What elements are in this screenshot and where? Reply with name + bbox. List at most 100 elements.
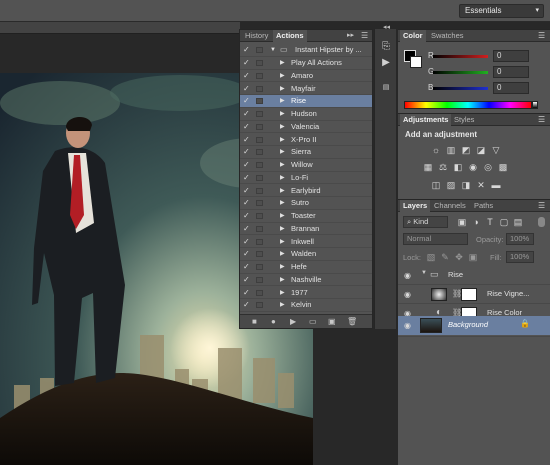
action-item[interactable]: ✓ ▶ Nashville — [240, 274, 372, 287]
slider-b[interactable] — [433, 87, 488, 90]
curves-icon[interactable]: ◩ — [460, 145, 472, 156]
action-item[interactable]: ✓ ▶ Kelvin — [240, 299, 372, 312]
panel-menu-icon[interactable]: ☰ — [538, 115, 545, 124]
eye-icon[interactable]: ◉ — [404, 271, 411, 280]
check-icon[interactable]: ✓ — [243, 223, 251, 235]
check-icon[interactable]: ✓ — [243, 274, 251, 286]
action-item[interactable]: ✓ ▶ Willow — [240, 159, 372, 172]
color-spectrum[interactable] — [404, 101, 532, 109]
expand-right-icon[interactable]: ▶ — [280, 146, 285, 158]
gradient-map-icon[interactable]: ▬ — [490, 180, 502, 190]
check-icon[interactable]: ✓ — [243, 261, 251, 273]
tab-color[interactable]: Color — [400, 30, 426, 42]
check-icon[interactable]: ✓ — [243, 44, 251, 56]
trash-icon[interactable]: 🗑 — [347, 317, 357, 326]
expand-down-icon[interactable]: ▼ — [421, 270, 427, 276]
black-white-icon[interactable]: ◧ — [452, 162, 464, 173]
exposure-icon[interactable]: ◪ — [475, 145, 487, 156]
tab-swatches[interactable]: Swatches — [428, 30, 467, 42]
check-icon[interactable]: ✓ — [243, 172, 251, 184]
dialog-toggle[interactable] — [256, 174, 263, 181]
dialog-toggle[interactable] — [256, 60, 263, 66]
expand-right-icon[interactable]: ▶ — [280, 134, 285, 146]
expand-right-icon[interactable]: ▶ — [280, 185, 285, 197]
photo-filter-icon[interactable]: ◉ — [467, 162, 479, 173]
adjust-icon[interactable]: ▤ — [379, 83, 393, 97]
filter-adjustment-icon[interactable]: ◑ — [470, 217, 482, 227]
play-icon[interactable]: ▶ — [379, 57, 393, 71]
check-icon[interactable]: ✓ — [243, 146, 251, 158]
expand-down-icon[interactable]: ▼ — [270, 44, 276, 56]
new-action-icon[interactable]: ▣ — [328, 317, 336, 326]
dialog-toggle[interactable] — [256, 200, 263, 207]
slider-r[interactable] — [433, 55, 488, 58]
dialog-toggle[interactable] — [256, 264, 263, 270]
dialog-toggle[interactable] — [256, 225, 263, 232]
expand-right-icon[interactable]: ▶ — [280, 197, 285, 209]
action-item[interactable]: ✓ ▶ Mayfair — [240, 83, 372, 96]
action-item[interactable]: ✓ ▶ Brannan — [240, 223, 372, 236]
stop-icon[interactable]: ■ — [252, 317, 257, 326]
expand-right-icon[interactable]: ▶ — [280, 83, 285, 95]
dialog-toggle[interactable] — [256, 213, 263, 219]
expand-right-icon[interactable]: ▶ — [280, 159, 285, 171]
action-item[interactable]: ✓ ▶ Amaro — [240, 70, 372, 83]
new-set-icon[interactable]: ▭ — [309, 317, 317, 326]
action-item[interactable]: ✓ ▶ Sierra — [240, 146, 372, 159]
check-icon[interactable]: ✓ — [243, 185, 251, 197]
action-item[interactable]: ✓ ▶ Inkwell — [240, 236, 372, 249]
action-item[interactable]: ✓ ▶ Sutro — [240, 197, 372, 210]
play-icon[interactable]: ▶ — [290, 317, 296, 326]
action-item[interactable]: ✓ ▶ 1977 — [240, 287, 372, 300]
action-item[interactable]: ✓ ▶ Hudson — [240, 108, 372, 121]
value-b[interactable]: 0 — [493, 82, 529, 94]
dialog-toggle[interactable] — [256, 187, 263, 194]
check-icon[interactable]: ✓ — [243, 197, 251, 209]
expand-right-icon[interactable]: ▶ — [280, 121, 285, 133]
action-item[interactable]: ✓ ▶ Rise — [240, 95, 372, 108]
layer-filter-select[interactable]: ⌕ Kind — [403, 216, 448, 228]
check-icon[interactable]: ✓ — [243, 70, 251, 82]
layer-row-vignette[interactable]: ◉ ⛓ Rise Vigne... — [398, 285, 550, 304]
lock-image-icon[interactable]: ✎ — [439, 252, 451, 263]
check-icon[interactable]: ✓ — [243, 108, 251, 120]
record-icon[interactable]: ● — [271, 317, 276, 326]
check-icon[interactable]: ✓ — [243, 134, 251, 146]
action-item[interactable]: ✓ ▶ Lo-Fi — [240, 172, 372, 185]
lock-transparent-icon[interactable]: ▧ — [425, 252, 437, 263]
dialog-toggle[interactable] — [256, 276, 263, 283]
workspace-switcher[interactable]: Essentials ▾ — [459, 4, 544, 18]
action-set-row[interactable]: ✓ ▼ ▭ Instant Hipster by ... — [240, 44, 372, 57]
dialog-toggle[interactable] — [256, 98, 263, 105]
history-icon[interactable]: ⎘ — [379, 41, 393, 55]
filter-pixel-icon[interactable]: ▣ — [456, 217, 468, 228]
background-color-swatch[interactable] — [410, 56, 422, 68]
expand-right-icon[interactable]: ▶ — [280, 223, 285, 235]
dialog-toggle[interactable] — [256, 123, 263, 130]
tab-paths[interactable]: Paths — [471, 200, 496, 212]
value-r[interactable]: 0 — [493, 50, 529, 62]
blend-mode-select[interactable]: Normal — [403, 233, 468, 245]
dialog-toggle[interactable] — [256, 85, 263, 92]
grayscale-ramp[interactable] — [532, 101, 538, 109]
panel-menu-icon[interactable]: ☰ — [538, 201, 545, 210]
panel-menu-icon[interactable]: ☰ — [538, 31, 545, 40]
expand-right-icon[interactable]: ▶ — [280, 108, 285, 120]
expand-right-icon[interactable]: ▶ — [280, 236, 285, 248]
filter-smart-object-icon[interactable]: ▤ — [512, 217, 524, 228]
check-icon[interactable]: ✓ — [243, 95, 251, 107]
expand-right-icon[interactable]: ▶ — [280, 57, 285, 69]
lock-position-icon[interactable]: ✥ — [453, 252, 465, 263]
dialog-toggle[interactable] — [256, 238, 263, 245]
tab-history[interactable]: History — [242, 30, 271, 42]
expand-right-icon[interactable]: ▶ — [280, 210, 285, 222]
check-icon[interactable]: ✓ — [243, 121, 251, 133]
eye-icon[interactable]: ◉ — [404, 321, 411, 330]
filter-shape-icon[interactable]: ▢ — [498, 217, 510, 228]
dialog-toggle[interactable] — [256, 47, 263, 53]
action-item[interactable]: ✓ ▶ Walden — [240, 248, 372, 261]
dialog-toggle[interactable] — [256, 72, 263, 79]
expand-right-icon[interactable]: ▶ — [280, 287, 285, 299]
slider-g[interactable] — [433, 71, 488, 74]
action-item-play-all[interactable]: ✓ ▶ Play All Actions — [240, 57, 372, 70]
